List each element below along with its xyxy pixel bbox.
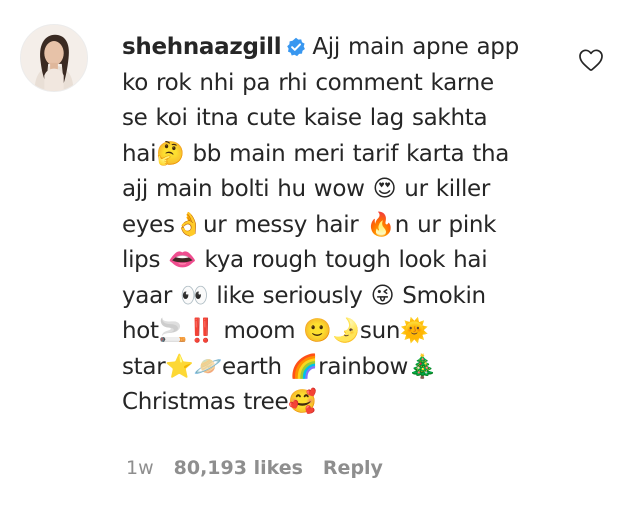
comment-line-9: hot🚬‼️ moom 🙂🌛sun🌞	[122, 318, 429, 344]
comment-body: shehnaazgill Ajj main apne app ko rok nhi …	[122, 30, 570, 421]
avatar[interactable]	[20, 24, 88, 92]
comment-line-1: Ajj main apne app	[312, 34, 519, 60]
comment-text: shehnaazgill Ajj main apne app ko rok nhi …	[122, 30, 570, 421]
comment-line-4: hai🤔 bb main meri tarif karta tha	[122, 140, 510, 167]
comment-line-5: ajj main bolti hu wow 😍 ur killer	[122, 176, 491, 202]
comment-likes-count[interactable]: 80,193 likes	[174, 457, 303, 479]
comment-line-7: lips 👄 kya rough tough look hai	[122, 247, 488, 273]
comment-line-6: eyes👌ur messy hair 🔥n ur pink	[122, 211, 497, 238]
comment-line-10: star⭐🪐earth 🌈rainbow🎄	[122, 353, 437, 380]
verified-badge-icon	[286, 37, 306, 57]
comment-line-11: Christmas tree🥰	[122, 389, 317, 415]
comment-item: shehnaazgill Ajj main apne app ko rok nhi …	[0, 0, 640, 506]
comment-line-2: ko rok nhi pa rhi comment karne	[122, 69, 494, 96]
comment-meta: 1w 80,193 likes Reply	[126, 457, 383, 479]
reply-button[interactable]: Reply	[323, 457, 383, 479]
comment-username[interactable]: shehnaazgill	[122, 34, 282, 60]
comment-time[interactable]: 1w	[126, 457, 154, 479]
comment-line-3: se koi itna cute kaise lag sakhta	[122, 105, 488, 131]
heart-outline-icon[interactable]	[578, 48, 604, 72]
comment-line-8: yaar 👀 like seriously 😜 Smokin	[122, 282, 486, 309]
avatar-image	[21, 25, 87, 91]
